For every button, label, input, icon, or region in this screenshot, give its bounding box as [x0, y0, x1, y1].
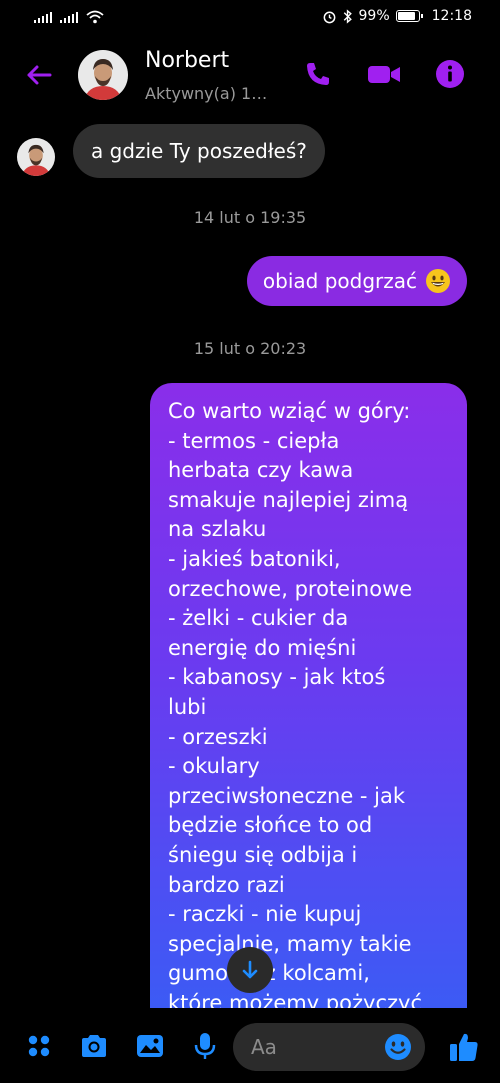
phone-icon[interactable]: [302, 58, 334, 90]
message-text: obiad podgrzać: [262, 269, 417, 293]
active-status: Aktywny(a) 1…: [145, 84, 268, 103]
sender-avatar[interactable]: [17, 138, 55, 176]
video-camera-icon[interactable]: [366, 58, 402, 90]
contact-name[interactable]: Norbert: [145, 48, 229, 73]
alarm-icon: [323, 11, 335, 23]
status-right: 99% 12:18: [322, 8, 472, 24]
signal-1-icon: [34, 11, 52, 23]
info-icon[interactable]: [434, 58, 466, 90]
sender-photo: [17, 138, 55, 176]
outgoing-message[interactable]: obiad podgrzać: [246, 256, 467, 306]
outgoing-message-long[interactable]: Co warto wziąć w góry: - termos - ciepła…: [150, 383, 467, 1023]
arrow-left-icon[interactable]: [22, 58, 56, 92]
message-text: Co warto wziąć w góry: - termos - ciepła…: [168, 399, 422, 1015]
scroll-to-bottom-button[interactable]: [227, 947, 273, 993]
message-text: a gdzie Ty poszedłeś?: [91, 139, 307, 163]
microphone-icon[interactable]: [189, 1030, 221, 1062]
status-bar: 99% 12:18: [0, 0, 500, 36]
incoming-message[interactable]: a gdzie Ty poszedłeś?: [73, 124, 325, 178]
battery-icon: [395, 10, 423, 22]
signal-2-icon: [60, 11, 78, 23]
timestamp: 15 lut o 20:23: [193, 339, 307, 358]
message-input-placeholder: Aa: [251, 1035, 277, 1059]
chat-header: Norbert Aktywny(a) 1…: [0, 40, 500, 110]
arrow-down-icon: [242, 960, 258, 979]
timestamp: 14 lut o 19:35: [193, 208, 307, 227]
message-input[interactable]: Aa: [233, 1023, 425, 1071]
battery-percent: 99%: [358, 8, 390, 24]
wifi-icon: [86, 10, 104, 24]
contact-photo: [78, 50, 128, 100]
image-icon[interactable]: [134, 1030, 166, 1062]
grid-dots-icon[interactable]: [23, 1030, 55, 1062]
thumbs-up-icon[interactable]: [447, 1030, 481, 1064]
camera-icon[interactable]: [78, 1030, 110, 1062]
signal-indicators: [34, 10, 104, 24]
clock: 12:18: [431, 8, 472, 24]
bluetooth-icon: [343, 8, 352, 24]
avatar[interactable]: [78, 50, 128, 100]
grinning-face-emoji-icon: [426, 269, 450, 293]
composer-bar: Aa: [0, 1008, 500, 1083]
smiley-icon[interactable]: [383, 1032, 413, 1062]
